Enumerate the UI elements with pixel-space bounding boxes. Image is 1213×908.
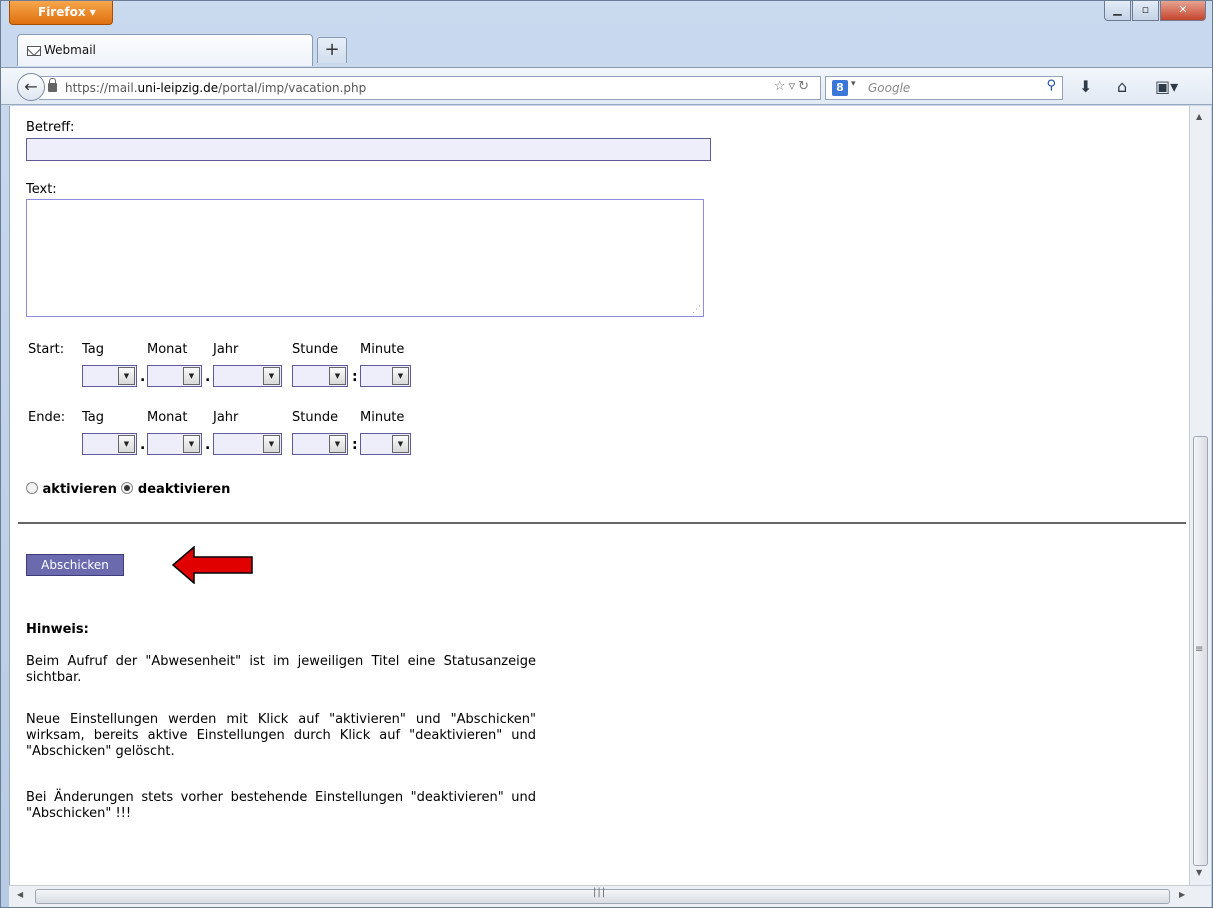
chevron-down-icon: ▼ bbox=[118, 367, 135, 385]
download-icon[interactable]: ⬇ bbox=[1079, 77, 1092, 96]
date-separator: . bbox=[140, 437, 146, 453]
resize-grip-icon[interactable]: ⋰ bbox=[692, 305, 701, 315]
url-scheme: https://mail. bbox=[65, 81, 138, 95]
chevron-down-icon: ▼ bbox=[263, 435, 280, 453]
search-placeholder: Google bbox=[868, 81, 911, 95]
end-hour-label: Stunde bbox=[292, 410, 339, 425]
chevron-down-icon: ▼ bbox=[392, 367, 409, 385]
reload-icon[interactable]: ↻ bbox=[798, 79, 812, 94]
start-year-select[interactable]: ▼ bbox=[213, 365, 282, 387]
bookmarks-icon[interactable]: ▣▾ bbox=[1155, 77, 1178, 96]
time-separator: : bbox=[352, 369, 358, 385]
start-minute-select[interactable]: ▼ bbox=[360, 365, 411, 387]
start-hour-select[interactable]: ▼ bbox=[292, 365, 348, 387]
end-month-label: Monat bbox=[147, 410, 188, 425]
end-day-label: Tag bbox=[82, 410, 105, 425]
text-area[interactable]: ⋰ bbox=[26, 199, 704, 317]
date-separator: . bbox=[205, 369, 211, 385]
note-heading: Hinweis: bbox=[26, 622, 89, 637]
chevron-down-icon: ▼ bbox=[392, 435, 409, 453]
back-arrow-icon[interactable]: ← bbox=[17, 73, 45, 101]
start-minute-label: Minute bbox=[360, 342, 405, 357]
chevron-down-icon: ▼ bbox=[263, 367, 280, 385]
scroll-right-icon[interactable]: ▶ bbox=[1179, 890, 1185, 899]
end-date-row: Ende: Tag Monat Jahr Stunde Minute ▼ . ▼… bbox=[10, 410, 510, 470]
scroll-left-icon[interactable]: ◀ bbox=[17, 890, 23, 899]
red-arrow-annotation bbox=[172, 546, 253, 584]
browser-window: Firefox ▾ ▁ ▫ ✕ Webmail + https://mail.u… bbox=[0, 0, 1213, 908]
start-year-label: Jahr bbox=[213, 342, 239, 357]
activate-label[interactable]: aktivieren bbox=[43, 482, 117, 497]
url-controls: ☆▿↻ bbox=[774, 79, 812, 94]
start-date-row: Start: Tag Monat Jahr Stunde Minute ▼ . … bbox=[10, 342, 510, 402]
maximize-icon[interactable]: ▫ bbox=[1132, 1, 1159, 21]
end-label: Ende: bbox=[28, 410, 66, 425]
minimize-icon[interactable]: ▁ bbox=[1104, 1, 1131, 21]
start-day-label: Tag bbox=[82, 342, 105, 357]
deactivate-radio[interactable] bbox=[121, 482, 134, 494]
page-content: Betreff: Text: ⋰ Start: Tag Monat Jahr S… bbox=[9, 106, 1189, 885]
end-day-select[interactable]: ▼ bbox=[82, 433, 137, 455]
text-label: Text: bbox=[26, 182, 57, 197]
title-bar: Firefox ▾ ▁ ▫ ✕ bbox=[1, 1, 1212, 31]
firefox-menu-button[interactable]: Firefox ▾ bbox=[9, 1, 113, 25]
url-bar[interactable]: https://mail.uni-leipzig.de/portal/imp/v… bbox=[39, 76, 821, 100]
end-month-select[interactable]: ▼ bbox=[147, 433, 202, 455]
divider bbox=[18, 522, 1186, 524]
engine-dropdown-icon[interactable]: ▾ bbox=[851, 79, 856, 89]
start-day-select[interactable]: ▼ bbox=[82, 365, 137, 387]
dropdown-icon[interactable]: ▿ bbox=[789, 79, 799, 94]
date-separator: . bbox=[140, 369, 146, 385]
subject-input[interactable] bbox=[26, 138, 711, 161]
home-icon[interactable]: ⌂ bbox=[1117, 77, 1127, 96]
url-path: /portal/imp/vacation.php bbox=[218, 81, 367, 95]
start-month-label: Monat bbox=[147, 342, 188, 357]
lock-icon bbox=[48, 78, 57, 92]
start-month-select[interactable]: ▼ bbox=[147, 365, 202, 387]
status-radio-group: aktivieren deaktivieren bbox=[26, 482, 230, 497]
navigation-bar: https://mail.uni-leipzig.de/portal/imp/v… bbox=[1, 67, 1212, 105]
url-host: uni-leipzig.de bbox=[137, 81, 219, 95]
note-paragraph-2: Neue Einstellungen werden mit Klick auf … bbox=[26, 712, 536, 759]
time-separator: : bbox=[352, 437, 358, 453]
search-box[interactable]: 8 ▾ Google ⚲ bbox=[825, 76, 1063, 100]
star-icon[interactable]: ☆ bbox=[774, 79, 789, 94]
vertical-scrollbar[interactable]: ▲ ≡ ▼ bbox=[1189, 106, 1211, 885]
tab-bar: Webmail + bbox=[1, 31, 1212, 67]
window-controls: ▁ ▫ ✕ bbox=[1103, 1, 1206, 23]
scroll-up-icon[interactable]: ▲ bbox=[1196, 112, 1202, 121]
tab-webmail[interactable]: Webmail bbox=[17, 34, 313, 66]
end-minute-select[interactable]: ▼ bbox=[360, 433, 411, 455]
end-year-select[interactable]: ▼ bbox=[213, 433, 282, 455]
chevron-down-icon: ▼ bbox=[183, 435, 200, 453]
subject-label: Betreff: bbox=[26, 120, 75, 135]
scroll-down-icon[interactable]: ▼ bbox=[1196, 868, 1202, 877]
chevron-down-icon: ▼ bbox=[329, 367, 346, 385]
end-year-label: Jahr bbox=[213, 410, 239, 425]
chevron-down-icon: ▼ bbox=[329, 435, 346, 453]
close-icon[interactable]: ✕ bbox=[1160, 1, 1206, 21]
activate-radio[interactable] bbox=[26, 482, 38, 494]
start-hour-label: Stunde bbox=[292, 342, 339, 357]
search-icon[interactable]: ⚲ bbox=[1046, 78, 1056, 93]
submit-button[interactable]: Abschicken bbox=[26, 554, 124, 576]
tab-title: Webmail bbox=[44, 43, 96, 57]
end-hour-select[interactable]: ▼ bbox=[292, 433, 348, 455]
note-paragraph-3: Bei Änderungen stets vorher bestehende E… bbox=[26, 790, 536, 821]
chevron-down-icon: ▼ bbox=[183, 367, 200, 385]
mail-icon bbox=[27, 46, 41, 56]
deactivate-label[interactable]: deaktivieren bbox=[138, 482, 230, 497]
end-minute-label: Minute bbox=[360, 410, 405, 425]
grip-icon: ||| bbox=[593, 887, 607, 898]
horizontal-scrollbar[interactable]: ◀ ||| ▶ bbox=[9, 885, 1211, 907]
search-engine-icon[interactable]: 8 bbox=[832, 80, 848, 96]
note-paragraph-1: Beim Aufruf der "Abwesenheit" ist im jew… bbox=[26, 654, 536, 685]
new-tab-button[interactable]: + bbox=[317, 37, 347, 63]
grip-icon: ≡ bbox=[1195, 644, 1204, 655]
chevron-down-icon: ▼ bbox=[118, 435, 135, 453]
start-label: Start: bbox=[28, 342, 65, 357]
date-separator: . bbox=[205, 437, 211, 453]
